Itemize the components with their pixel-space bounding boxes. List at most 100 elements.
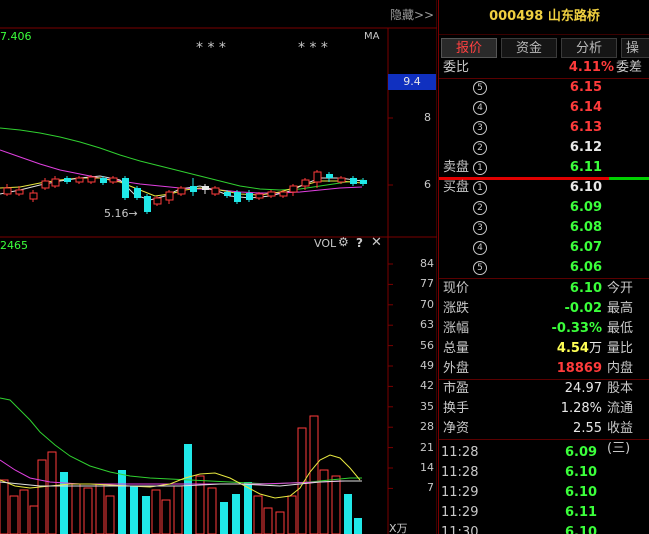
buy-level-2[interactable]: 2 6.09 <box>439 198 649 218</box>
volume-bar <box>207 487 217 534</box>
sell-level-1[interactable]: 卖盘 1 6.11 <box>439 158 649 178</box>
volume-bar <box>309 415 319 534</box>
stat-value: 1.28% <box>560 401 602 416</box>
volume-bar <box>0 479 9 534</box>
vol-tick-label: 35 <box>420 399 434 413</box>
buy-level-5[interactable]: 5 6.06 <box>439 258 649 278</box>
candle-body <box>109 177 118 183</box>
close-icon[interactable]: ✕ <box>371 235 382 250</box>
volume-bar <box>83 487 93 534</box>
weibi-row: 委比 4.11% 委差 <box>439 58 649 78</box>
level-num: 1 <box>473 160 487 175</box>
stat-value: 24.97 <box>564 381 602 396</box>
candle-body <box>224 192 231 196</box>
level-num: 1 <box>473 180 487 195</box>
stock-header: 000498 山东路桥 <box>439 0 649 34</box>
candle-body <box>165 191 174 201</box>
volume-bar <box>71 483 81 534</box>
volume-bar <box>275 511 285 534</box>
weibi-label: 委比 <box>443 60 470 75</box>
sell-price: 6.13 <box>569 120 602 135</box>
stat-value: 18869 <box>556 361 602 376</box>
volume-bar <box>95 483 105 534</box>
candle-body <box>41 180 50 189</box>
sell-price: 6.12 <box>569 140 602 155</box>
tick-time: 11:30 <box>441 525 479 534</box>
hide-panel-button[interactable]: 隐藏>> <box>390 6 434 23</box>
tick-price: 6.10 <box>565 485 598 500</box>
buy-price: 6.07 <box>569 240 602 255</box>
candle-body <box>255 193 264 199</box>
tab-quote[interactable]: 报价 <box>441 38 497 58</box>
stat-label: 涨幅 <box>443 321 470 336</box>
vol-tick-label: 14 <box>420 461 434 474</box>
volume-bar <box>253 495 263 534</box>
stat-label2: 最高 <box>607 301 634 316</box>
stat-value: 6.10 <box>569 281 602 296</box>
stat-current-price: 现价 6.10 今开 <box>439 279 649 299</box>
candle-body <box>234 192 241 202</box>
candle-body <box>134 188 141 198</box>
current-price-tag: 9.4 <box>388 74 436 90</box>
sell-level-2[interactable]: 2 6.12 <box>439 138 649 158</box>
tick-price: 6.10 <box>565 525 598 534</box>
candle-body <box>190 186 197 192</box>
level-num: 4 <box>473 100 487 115</box>
stars-left: * * * <box>196 40 226 56</box>
sell-level-4[interactable]: 4 6.14 <box>439 98 649 118</box>
candle-body <box>15 189 24 195</box>
buy-level-1[interactable]: 买盘 1 6.10 <box>439 178 649 198</box>
level-num: 4 <box>473 240 487 255</box>
buy-price: 6.09 <box>569 200 602 215</box>
stat-value: -0.33% <box>551 321 603 336</box>
stat-change-pct: 涨幅 -0.33% 最低 <box>439 319 649 339</box>
weibi-value: 4.11% <box>568 60 614 75</box>
tab-funds[interactable]: 资金 <box>501 38 557 58</box>
tick-row: 11:30 6.10 <box>439 523 649 534</box>
volume-bar <box>9 495 19 534</box>
tab-analysis[interactable]: 分析 <box>561 38 617 58</box>
stat-label: 换手 <box>443 401 470 416</box>
gear-icon[interactable]: ⚙ <box>338 235 349 249</box>
level-num: 2 <box>473 200 487 215</box>
vol-unit-label: X万 <box>389 522 408 534</box>
volume-bar <box>37 459 47 534</box>
vol-tick-label: 49 <box>420 359 434 372</box>
stat-label: 市盈 <box>443 381 470 396</box>
candle-body <box>313 171 322 183</box>
vol-tick-label: 7 <box>427 481 434 495</box>
candle-body <box>64 178 71 182</box>
candle-body <box>337 177 346 183</box>
stat-outer-volume: 外盘 18869 内盘 <box>439 359 649 379</box>
level-num: 3 <box>473 220 487 235</box>
sell-level-5[interactable]: 5 6.15 <box>439 78 649 98</box>
volume-bar <box>354 518 362 534</box>
tick-row: 11:29 6.11 <box>439 503 649 523</box>
stat-label: 现价 <box>443 281 470 296</box>
vol-tick-label: 42 <box>420 379 434 393</box>
stock-name: 山东路桥 <box>547 9 600 24</box>
tab-more[interactable]: 操 <box>621 38 649 58</box>
candle-body <box>122 178 129 198</box>
question-icon[interactable]: ? <box>356 236 363 250</box>
stat-label2: 量比 <box>607 341 634 356</box>
volume-bar <box>220 502 228 534</box>
kline-chart-area[interactable]: 7.406 隐藏>> * * * * * * MA 9.4 8 6 5.16→ … <box>0 0 437 534</box>
stat-pe: 市盈 24.97 股本 <box>439 379 649 399</box>
vol-tick-label: 56 <box>420 338 434 352</box>
stat-change: 涨跌 -0.02 最高 <box>439 299 649 319</box>
stat-value: 4.54 <box>556 341 589 356</box>
volume-bar <box>287 495 297 534</box>
vol-tick-label: 28 <box>420 420 434 434</box>
volume-bar <box>173 485 183 534</box>
volume-bar <box>184 444 192 534</box>
level-num: 3 <box>473 120 487 135</box>
stat-value: 2.55 <box>573 421 602 436</box>
sell-level-3[interactable]: 3 6.13 <box>439 118 649 138</box>
buy-level-4[interactable]: 4 6.07 <box>439 238 649 258</box>
stat-volume: 总量 4.54万 量比 <box>439 339 649 359</box>
tick-row: 11:28 6.09 <box>439 443 649 463</box>
stat-label2: 今开 <box>607 281 634 296</box>
buy-level-3[interactable]: 3 6.08 <box>439 218 649 238</box>
tick-time: 11:28 <box>441 445 479 460</box>
